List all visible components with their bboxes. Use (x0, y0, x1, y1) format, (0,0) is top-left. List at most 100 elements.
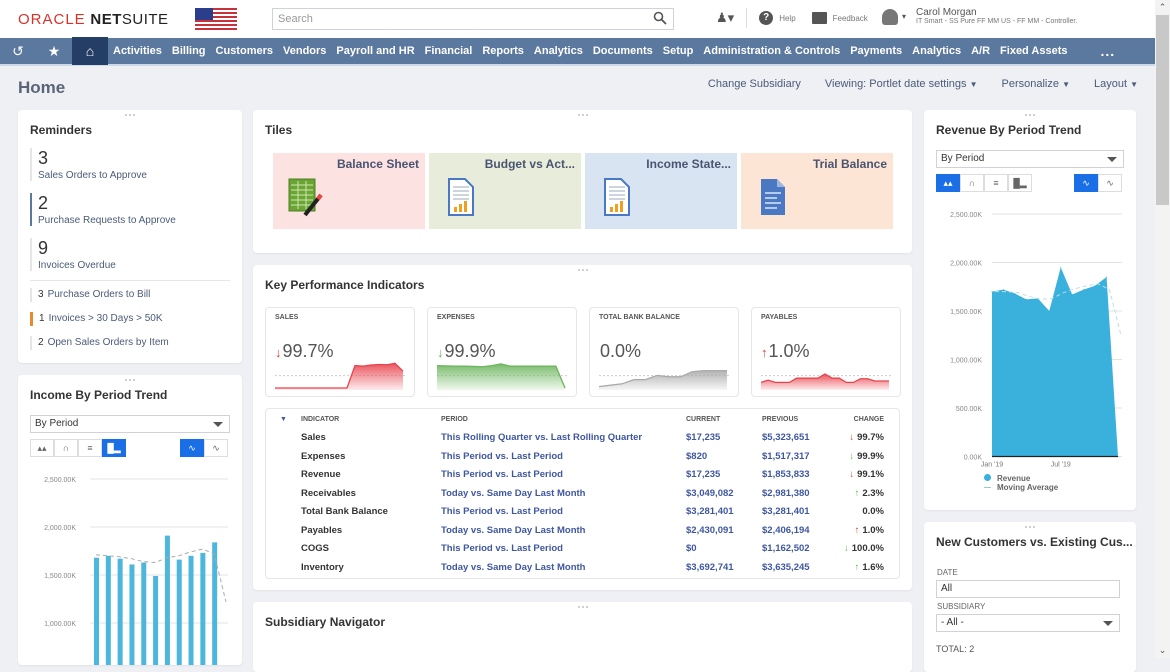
date-field[interactable]: All (936, 580, 1120, 598)
cell-previous-link[interactable]: $3,281,401 (762, 503, 810, 521)
revenue-point[interactable] (1106, 276, 1108, 278)
cell-period-link[interactable]: Today vs. Same Day Last Month (441, 559, 585, 577)
change-subsidiary-link[interactable]: Change Subsidiary (708, 78, 801, 90)
income-bar[interactable] (176, 559, 182, 665)
cell-period-link[interactable]: This Period vs. Last Period (441, 540, 563, 558)
reminder-item[interactable]: 2 Purchase Requests to Approve (30, 193, 176, 226)
reminder-item[interactable]: 3 Purchase Orders to Bill (30, 288, 150, 302)
drag-handle[interactable] (576, 605, 589, 609)
nav-administration-controls[interactable]: Administration & Controls (698, 45, 845, 57)
cell-previous-link[interactable]: $1,517,317 (762, 448, 810, 466)
nav-setup[interactable]: Setup (658, 45, 699, 57)
oracle-netsuite-logo[interactable]: ORACLE NETSUITE (18, 11, 169, 28)
tile-budget-vs-act[interactable]: Budget vs Act... (429, 153, 581, 229)
nav-documents[interactable]: Documents (588, 45, 658, 57)
nav-analytics-2[interactable]: Analytics (907, 45, 966, 57)
reminder-item[interactable]: 1 Invoices > 30 Days > 50K (30, 312, 163, 326)
reminder-item[interactable]: 3 Sales Orders to Approve (30, 148, 147, 181)
income-bar[interactable] (200, 552, 206, 665)
cell-period-link[interactable]: This Period vs. Last Period (441, 503, 563, 521)
income-bar[interactable] (212, 542, 218, 665)
reminder-label[interactable]: Open Sales Orders by Item (48, 337, 169, 348)
income-bar[interactable] (129, 564, 135, 665)
revenue-point[interactable] (991, 291, 993, 293)
nav-customers[interactable]: Customers (211, 45, 278, 57)
nav-activities[interactable]: Activities (108, 45, 167, 57)
income-bar[interactable] (188, 555, 194, 665)
home-icon[interactable]: ⌂ (72, 37, 108, 65)
cell-current-link[interactable]: $17,235 (686, 466, 720, 484)
legend-moving-average[interactable]: Moving Average (984, 483, 1058, 492)
cell-period-link[interactable]: This Rolling Quarter vs. Last Rolling Qu… (441, 429, 642, 447)
personalize-menu[interactable]: Personalize ▼ (1002, 78, 1070, 90)
cell-current-link[interactable]: $2,430,091 (686, 522, 734, 540)
reminder-item[interactable]: 2 Open Sales Orders by Item (30, 336, 169, 350)
cell-previous-link[interactable]: $1,853,833 (762, 466, 810, 484)
cell-current-link[interactable]: $0 (686, 540, 697, 558)
drag-handle[interactable] (576, 268, 589, 272)
cell-previous-link[interactable]: $2,406,194 (762, 522, 810, 540)
revenue-area[interactable] (992, 267, 1118, 457)
cell-period-link[interactable]: This Period vs. Last Period (441, 466, 563, 484)
reminder-label[interactable]: Sales Orders to Approve (38, 170, 147, 181)
revenue-point[interactable] (1025, 298, 1027, 300)
reminder-label[interactable]: Invoices Overdue (38, 260, 116, 271)
reminder-label[interactable]: Purchase Orders to Bill (48, 289, 151, 300)
nav-analytics[interactable]: Analytics (529, 45, 588, 57)
tile-balance-sheet[interactable]: Balance Sheet (273, 153, 425, 229)
tile-trial-balance[interactable]: Trial Balance (741, 153, 893, 229)
drag-handle[interactable] (124, 113, 136, 117)
kpi-card-payables[interactable]: PAYABLES ↑1.0% (751, 307, 901, 397)
scroll-down-icon[interactable]: ⌄ (1155, 645, 1170, 656)
drag-handle[interactable] (576, 113, 589, 117)
legend-revenue[interactable]: Revenue (984, 474, 1058, 483)
revenue-point[interactable] (1002, 289, 1004, 291)
recent-history-icon[interactable]: ↺ (0, 37, 36, 65)
collapse-caret-icon[interactable]: ▼ (280, 411, 287, 429)
layout-menu[interactable]: Layout ▼ (1094, 78, 1138, 90)
kpi-card-sales[interactable]: SALES ↓99.7% (265, 307, 415, 397)
cell-previous-link[interactable]: $5,323,651 (762, 429, 810, 447)
income-bar[interactable] (164, 535, 170, 665)
drag-handle[interactable] (1024, 525, 1036, 529)
income-bar[interactable] (141, 562, 147, 665)
revenue-point[interactable] (1060, 266, 1062, 268)
nav-payroll-hr[interactable]: Payroll and HR (331, 45, 419, 57)
feedback-link[interactable]: Feedback (833, 14, 868, 23)
kpi-card-total-bank-balance[interactable]: TOTAL BANK BALANCE 0.0% (589, 307, 739, 397)
user-menu[interactable]: ▾ Carol Morgan IT Smart - SS Pure FF MM … (882, 8, 1077, 25)
revenue-point[interactable] (1071, 294, 1073, 296)
revenue-point[interactable] (1014, 293, 1016, 295)
global-search-input[interactable]: Search (272, 8, 674, 30)
recent-records-icon[interactable]: ♟▾ (716, 10, 734, 26)
income-bar[interactable] (153, 575, 159, 665)
nav-more-button[interactable]: ... (1101, 43, 1116, 59)
income-bar[interactable] (117, 558, 123, 665)
cell-period-link[interactable]: Today vs. Same Day Last Month (441, 485, 585, 503)
cell-current-link[interactable]: $17,235 (686, 429, 720, 447)
cell-previous-link[interactable]: $2,981,380 (762, 485, 810, 503)
feedback-icon[interactable] (811, 12, 827, 24)
revenue-point[interactable] (1048, 310, 1050, 312)
reminder-label[interactable]: Purchase Requests to Approve (38, 215, 176, 226)
nav-fixed-assets[interactable]: Fixed Assets (995, 45, 1072, 57)
page-scrollbar[interactable]: ⌃ ⌄ (1155, 0, 1170, 658)
reminder-item[interactable]: 9 Invoices Overdue (30, 238, 116, 271)
scroll-up-icon[interactable]: ⌃ (1155, 2, 1170, 13)
cell-previous-link[interactable]: $3,635,245 (762, 559, 810, 577)
scrollbar-thumb[interactable] (1156, 15, 1169, 205)
nav-financial[interactable]: Financial (420, 45, 478, 57)
nav-reports[interactable]: Reports (477, 45, 529, 57)
cell-period-link[interactable]: Today vs. Same Day Last Month (441, 522, 585, 540)
cell-previous-link[interactable]: $1,162,502 (762, 540, 810, 558)
subsidiary-select[interactable]: - All - (936, 614, 1120, 632)
kpi-card-expenses[interactable]: EXPENSES ↓99.9% (427, 307, 577, 397)
income-bar[interactable] (94, 557, 99, 665)
nav-ar[interactable]: A/R (966, 45, 995, 57)
favorites-star-icon[interactable]: ★ (36, 37, 72, 65)
portlet-date-settings-menu[interactable]: Viewing: Portlet date settings ▼ (825, 78, 978, 90)
help-link[interactable]: Help (779, 14, 795, 23)
nav-vendors[interactable]: Vendors (278, 45, 331, 57)
tile-income-state[interactable]: Income State... (585, 153, 737, 229)
income-bar[interactable] (105, 555, 111, 665)
